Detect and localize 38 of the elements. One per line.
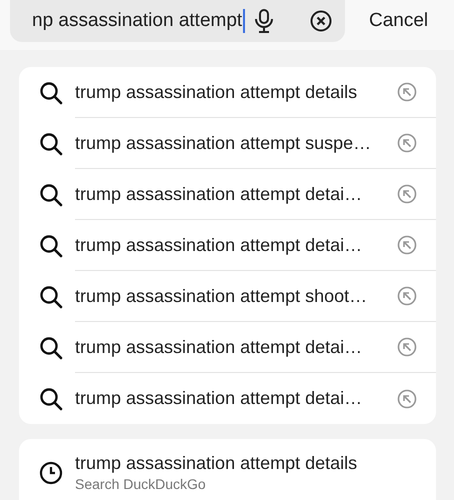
suggestion-item[interactable]: trump assassination attempt detai… — [19, 220, 436, 271]
arrow-up-left-icon[interactable] — [397, 286, 417, 306]
search-icon — [39, 386, 63, 410]
search-icon — [39, 336, 63, 360]
history-item[interactable]: trump assassination attempt details Search DuckDuckGo — [19, 439, 436, 492]
history-title: trump assassination attempt details — [75, 453, 358, 474]
search-icon — [39, 80, 63, 104]
search-icon — [39, 234, 63, 258]
suggestion-text: trump assassination attempt detai… — [75, 234, 364, 256]
arrow-up-left-icon[interactable] — [397, 337, 417, 357]
clock-icon — [39, 461, 63, 485]
suggestion-item[interactable]: trump assassination attempt detai… — [19, 322, 436, 373]
suggestion-text: trump assassination attempt shoot… — [75, 286, 368, 306]
suggestion-text: trump assassination attempt detai… — [75, 184, 364, 204]
arrow-up-left-icon[interactable] — [397, 184, 417, 204]
clear-icon[interactable] — [310, 10, 332, 32]
arrow-up-left-icon[interactable] — [397, 235, 417, 255]
arrow-up-left-icon[interactable] — [397, 388, 417, 408]
suggestion-item[interactable]: trump assassination attempt detai… — [19, 373, 436, 424]
suggestion-text: trump assassination attempt detai… — [75, 336, 364, 358]
microphone-icon[interactable] — [254, 8, 274, 34]
suggestion-text: trump assassination attempt suspe… — [75, 132, 372, 154]
search-icon — [39, 132, 63, 156]
suggestion-item[interactable]: trump assassination attempt details — [19, 67, 436, 118]
search-icon — [39, 284, 63, 308]
history-subtitle: Search DuckDuckGo — [75, 476, 207, 492]
suggestion-item[interactable]: trump assassination attempt suspe… — [19, 118, 436, 169]
suggestion-text: trump assassination attempt detai… — [75, 388, 364, 409]
arrow-up-left-icon[interactable] — [397, 82, 417, 102]
search-icon — [39, 182, 63, 206]
text-cursor — [243, 9, 246, 33]
cancel-button[interactable]: Cancel — [369, 10, 428, 32]
arrow-up-left-icon[interactable] — [397, 133, 417, 153]
search-text: np assassination attempt — [32, 10, 242, 32]
suggestion-item[interactable]: trump assassination attempt shoot… — [19, 271, 436, 322]
suggestion-text: trump assassination attempt details — [75, 82, 358, 102]
search-field[interactable]: np assassination attempt — [10, 0, 345, 42]
suggestion-item[interactable]: trump assassination attempt detai… — [19, 169, 436, 220]
